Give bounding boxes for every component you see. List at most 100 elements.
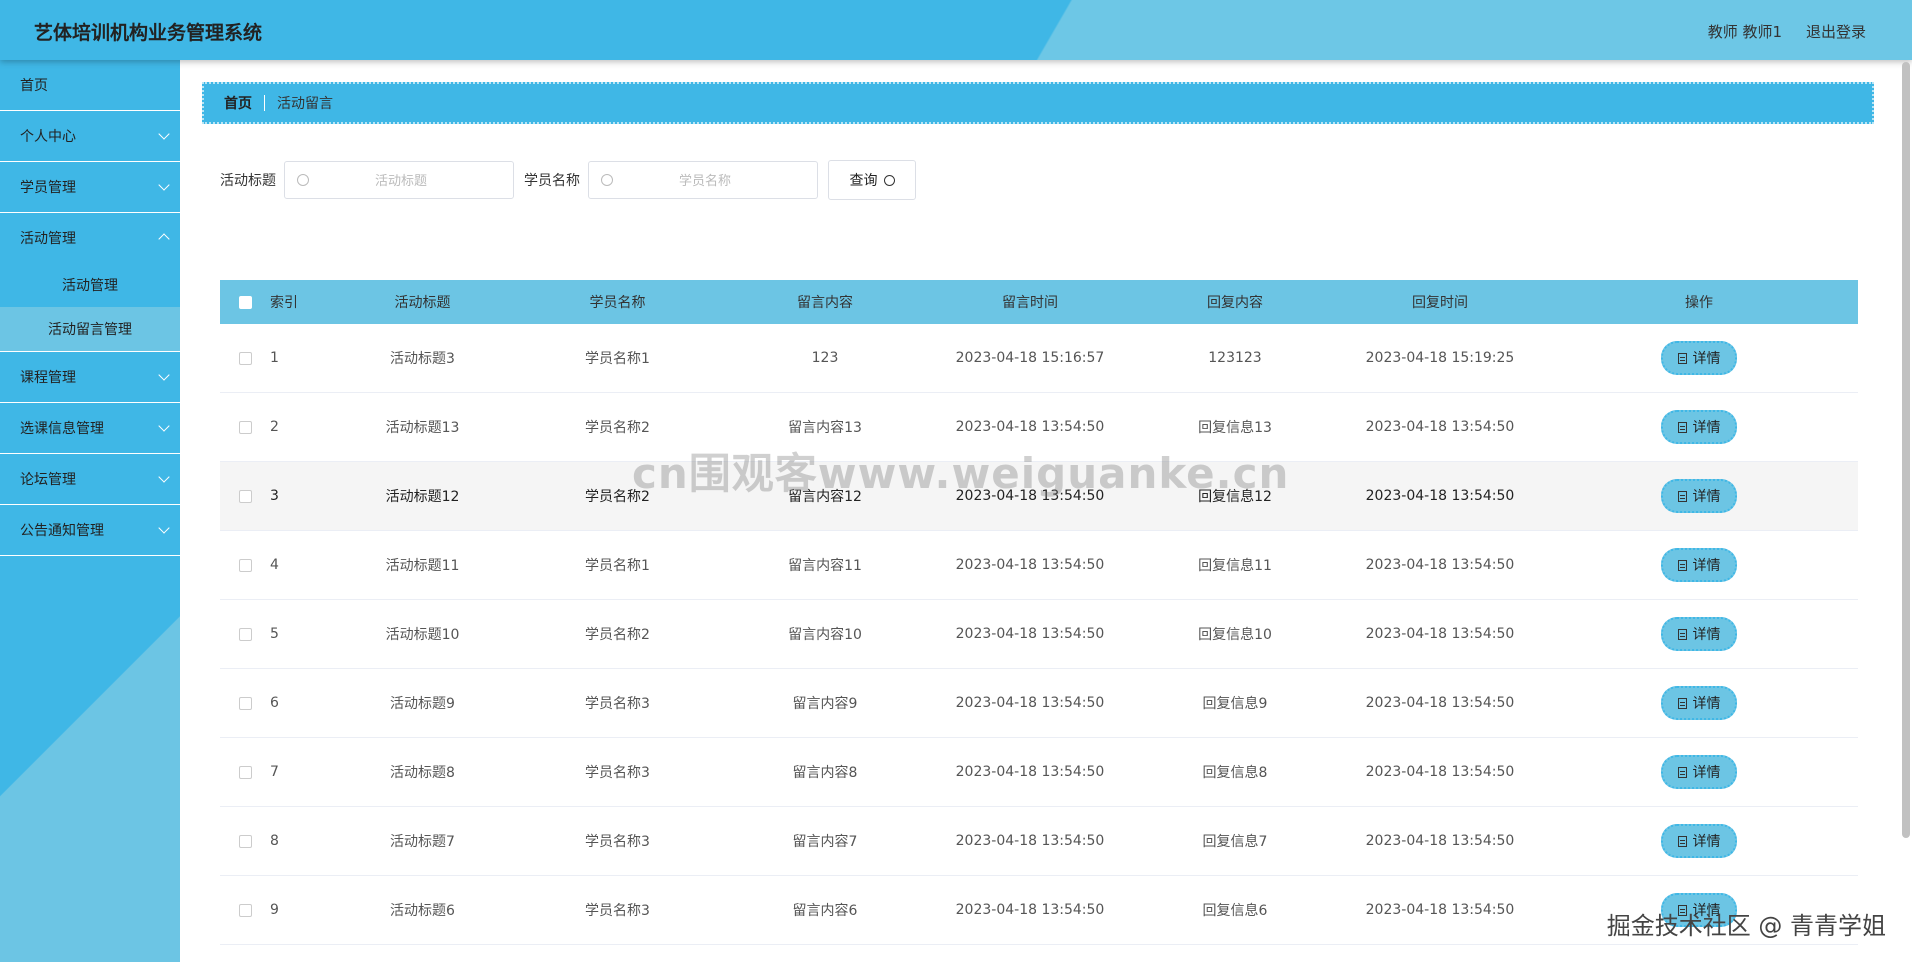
sidebar-subitem-activity-message-management[interactable]: 活动留言管理	[0, 307, 180, 352]
page-scrollbar[interactable]	[1902, 62, 1910, 838]
header-message-content: 留言内容	[797, 295, 853, 311]
header-reply-content: 回复内容	[1207, 295, 1263, 311]
document-icon	[1677, 697, 1687, 709]
row-checkbox[interactable]	[238, 903, 252, 917]
header-actions: 操作	[1685, 295, 1713, 311]
cell-message-content: 留言内容13	[788, 420, 862, 436]
cell-index: 8	[270, 833, 279, 849]
detail-button[interactable]: 详情	[1661, 686, 1737, 720]
cell-index: 6	[270, 695, 279, 711]
cell-index: 5	[270, 626, 279, 642]
detail-button[interactable]: 详情	[1661, 824, 1737, 858]
row-checkbox[interactable]	[238, 765, 252, 779]
title-search-input[interactable]	[285, 162, 517, 200]
cell-student-name: 学员名称3	[585, 834, 650, 850]
student-search-box	[588, 161, 821, 200]
sidebar-item-student-management[interactable]: 学员管理	[0, 162, 180, 213]
breadcrumb-home[interactable]: 首页	[224, 93, 252, 113]
document-icon	[1677, 352, 1687, 364]
cell-student-name: 学员名称2	[585, 627, 650, 643]
cell-reply-content: 123123	[1208, 350, 1262, 366]
detail-button[interactable]: 详情	[1661, 548, 1737, 582]
cell-message-content: 123	[811, 350, 839, 366]
detail-button[interactable]: 详情	[1661, 617, 1737, 651]
table-body: 1 活动标题3 学员名称1 123 2023-04-18 15:16:57 123123 2…	[220, 324, 1858, 945]
table-row: 5 活动标题10 学员名称2 留言内容10 2023-04-18 13:54:50 回复信…	[220, 600, 1858, 669]
detail-button-label: 详情	[1692, 627, 1721, 643]
detail-button-label: 详情	[1692, 696, 1721, 712]
header-activity-title: 活动标题	[394, 295, 451, 311]
table-row: 4 活动标题11 学员名称1 留言内容11 2023-04-18 13:54:50 回复信…	[220, 531, 1858, 600]
cell-message-time: 2023-04-18 13:54:50	[955, 833, 1105, 849]
sidebar-item-course-management[interactable]: 课程管理	[0, 352, 180, 403]
cell-index: 7	[270, 764, 279, 780]
sidebar-item-label: 首页	[20, 78, 48, 94]
cell-reply-content: 回复信息9	[1202, 696, 1268, 712]
cell-message-content: 留言内容10	[788, 627, 862, 643]
chevron-down-icon	[158, 471, 170, 483]
header-message-time: 留言时间	[1002, 295, 1058, 311]
cell-activity-title: 活动标题10	[385, 627, 460, 643]
student-search-input[interactable]	[589, 162, 821, 200]
sidebar-item-home[interactable]: 首页	[0, 60, 180, 111]
cell-activity-title: 活动标题13	[385, 420, 460, 436]
row-checkbox[interactable]	[238, 351, 252, 365]
cell-reply-time: 2023-04-18 13:54:50	[1365, 695, 1515, 711]
search-icon	[601, 174, 613, 186]
cell-activity-title: 活动标题3	[390, 351, 455, 367]
detail-button-label: 详情	[1692, 420, 1721, 436]
document-icon	[1677, 490, 1687, 502]
cell-message-time: 2023-04-18 15:16:57	[955, 350, 1105, 366]
sidebar-item-announcement-management[interactable]: 公告通知管理	[0, 505, 180, 556]
cell-message-time: 2023-04-18 13:54:50	[955, 695, 1105, 711]
document-icon	[1677, 835, 1687, 847]
select-all-checkbox[interactable]	[238, 295, 252, 309]
top-header: 艺体培训机构业务管理系统 教师 教师1 退出登录	[0, 0, 1912, 60]
detail-button-label: 详情	[1692, 834, 1721, 850]
detail-button[interactable]: 详情	[1661, 479, 1737, 513]
detail-button[interactable]: 详情	[1661, 755, 1737, 789]
cell-message-time: 2023-04-18 13:54:50	[955, 902, 1105, 918]
row-checkbox[interactable]	[238, 489, 252, 503]
chevron-down-icon	[158, 179, 170, 191]
sidebar-item-forum-management[interactable]: 论坛管理	[0, 454, 180, 505]
logout-link[interactable]: 退出登录	[1806, 21, 1866, 42]
sidebar-item-label: 选课信息管理	[20, 421, 104, 437]
row-checkbox[interactable]	[238, 696, 252, 710]
cell-message-content: 留言内容9	[792, 696, 858, 712]
detail-button[interactable]: 详情	[1661, 410, 1737, 444]
main-content: 首页 活动留言 活动标题 学员名称 查询 索引 活动标题 学员名称 留言内容 留…	[180, 60, 1900, 962]
sidebar-item-label: 个人中心	[20, 129, 76, 145]
cell-reply-content: 回复信息10	[1198, 627, 1272, 643]
message-table: 索引 活动标题 学员名称 留言内容 留言时间 回复内容 回复时间 操作 1 活动标…	[220, 280, 1858, 945]
query-button[interactable]: 查询	[828, 160, 916, 200]
cell-reply-time: 2023-04-18 15:19:25	[1365, 350, 1515, 366]
student-search-label: 学员名称	[524, 173, 580, 189]
row-checkbox[interactable]	[238, 558, 252, 572]
row-checkbox[interactable]	[238, 420, 252, 434]
detail-button-label: 详情	[1692, 489, 1721, 505]
query-button-label: 查询	[849, 173, 878, 189]
sidebar-subitem-activity-management[interactable]: 活动管理	[0, 263, 180, 307]
sidebar-item-activity-management[interactable]: 活动管理	[0, 213, 180, 263]
chevron-down-icon	[158, 128, 170, 140]
row-checkbox[interactable]	[238, 627, 252, 641]
detail-button-label: 详情	[1692, 558, 1721, 574]
table-row: 1 活动标题3 学员名称1 123 2023-04-18 15:16:57 123123 2…	[220, 324, 1858, 393]
document-icon	[1677, 628, 1687, 640]
cell-reply-time: 2023-04-18 13:54:50	[1365, 902, 1515, 918]
detail-button[interactable]: 详情	[1661, 341, 1737, 375]
chevron-down-icon	[158, 522, 170, 534]
row-checkbox[interactable]	[238, 834, 252, 848]
cell-student-name: 学员名称3	[585, 765, 650, 781]
sidebar: 首页 个人中心 学员管理 活动管理 活动管理 活动留言管理 课程管理 选课信息管…	[0, 60, 180, 962]
sidebar-item-personal-center[interactable]: 个人中心	[0, 111, 180, 162]
cell-activity-title: 活动标题7	[390, 834, 455, 850]
table-row: 6 活动标题9 学员名称3 留言内容9 2023-04-18 13:54:50 回复信息9…	[220, 669, 1858, 738]
cell-student-name: 学员名称2	[585, 420, 650, 436]
title-search-label: 活动标题	[220, 173, 276, 189]
document-icon	[1677, 766, 1687, 778]
cell-message-content: 留言内容7	[792, 834, 858, 850]
sidebar-item-course-selection-management[interactable]: 选课信息管理	[0, 403, 180, 454]
cell-message-time: 2023-04-18 13:54:50	[955, 764, 1105, 780]
